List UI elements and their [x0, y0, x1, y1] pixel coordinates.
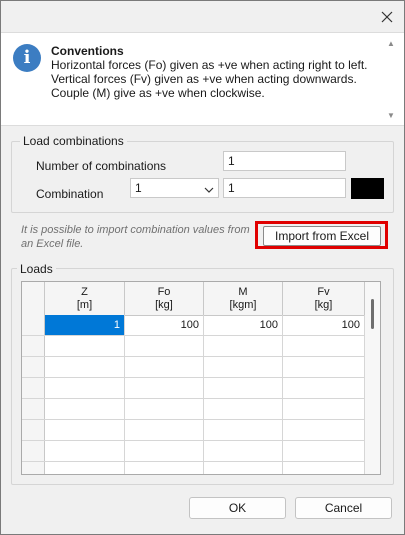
combination-name-input[interactable]: 1 — [223, 178, 346, 198]
column-header-fv-name: Fv — [317, 286, 330, 298]
empty-cell[interactable] — [283, 399, 365, 419]
row-header[interactable] — [22, 420, 45, 440]
empty-row[interactable] — [22, 378, 365, 399]
empty-row[interactable] — [22, 399, 365, 420]
number-of-combinations-label: Number of combinations — [36, 159, 167, 173]
empty-cell[interactable] — [125, 336, 204, 356]
combination-select-value: 1 — [135, 181, 142, 195]
empty-cell[interactable] — [125, 357, 204, 377]
title-bar — [1, 1, 404, 32]
empty-cell[interactable] — [125, 399, 204, 419]
column-header-fo-name: Fo — [157, 286, 171, 298]
combination-select[interactable]: 1 — [130, 178, 219, 198]
info-icon: i — [13, 44, 41, 72]
column-header-fv[interactable]: Fv [kg] — [283, 282, 365, 315]
close-icon[interactable] — [375, 5, 399, 29]
empty-cell[interactable] — [204, 399, 283, 419]
import-from-excel-button[interactable]: Import from Excel — [263, 226, 381, 246]
empty-row[interactable] — [22, 462, 365, 474]
row-header[interactable] — [22, 315, 45, 335]
empty-cell[interactable] — [45, 420, 125, 440]
conventions-line-horizontal: Horizontal forces (Fo) given as +ve when… — [51, 58, 368, 72]
row-header[interactable] — [22, 441, 45, 461]
conventions-line-couple: Couple (M) give as +ve when clockwise. — [51, 86, 265, 100]
empty-cell[interactable] — [283, 378, 365, 398]
column-header-z-name: Z — [81, 286, 88, 298]
empty-cell[interactable] — [283, 336, 365, 356]
loads-legend: Loads — [17, 262, 56, 276]
row-header[interactable] — [22, 378, 45, 398]
row-header[interactable] — [22, 462, 45, 474]
empty-cell[interactable] — [204, 462, 283, 474]
empty-cell[interactable] — [125, 420, 204, 440]
empty-row[interactable] — [22, 420, 365, 441]
conventions-line-vertical: Vertical forces (Fv) given as +ve when a… — [51, 72, 357, 86]
empty-cell[interactable] — [204, 441, 283, 461]
empty-cell[interactable] — [125, 462, 204, 474]
column-header-fo[interactable]: Fo [kg] — [125, 282, 204, 315]
combination-label: Combination — [36, 187, 104, 201]
dialog-window: i Conventions Horizontal forces (Fo) giv… — [0, 0, 405, 535]
empty-cell[interactable] — [45, 441, 125, 461]
import-note-line-1: It is possible to import combination val… — [21, 224, 250, 236]
chevron-down-icon — [204, 182, 214, 193]
empty-cell[interactable] — [125, 378, 204, 398]
empty-cell[interactable] — [45, 336, 125, 356]
empty-cell[interactable] — [204, 336, 283, 356]
cell-z[interactable]: 1 — [45, 315, 125, 335]
empty-cell[interactable] — [204, 420, 283, 440]
empty-cell[interactable] — [283, 420, 365, 440]
empty-cell[interactable] — [283, 357, 365, 377]
empty-cell[interactable] — [45, 462, 125, 474]
ok-button[interactable]: OK — [189, 497, 286, 519]
column-header-m-name: M — [238, 286, 248, 298]
scrollbar-thumb[interactable] — [371, 299, 374, 329]
scroll-up-arrow-icon[interactable]: ▲ — [387, 39, 395, 48]
empty-cell[interactable] — [45, 357, 125, 377]
empty-cell[interactable] — [45, 399, 125, 419]
cancel-button[interactable]: Cancel — [295, 497, 392, 519]
column-header-m[interactable]: M [kgm] — [204, 282, 283, 315]
empty-cell[interactable] — [45, 378, 125, 398]
empty-cell[interactable] — [204, 357, 283, 377]
load-combinations-legend: Load combinations — [20, 134, 127, 148]
empty-row[interactable] — [22, 441, 365, 462]
column-header-fv-unit: [kg] — [314, 299, 333, 311]
grid-corner — [22, 282, 45, 315]
column-header-m-unit: [kgm] — [229, 299, 257, 311]
column-header-z[interactable]: Z [m] — [45, 282, 125, 315]
empty-cell[interactable] — [283, 441, 365, 461]
conventions-panel: i Conventions Horizontal forces (Fo) giv… — [1, 32, 404, 126]
empty-row[interactable] — [22, 357, 365, 378]
row-header[interactable] — [22, 336, 45, 356]
row-header[interactable] — [22, 399, 45, 419]
table-row[interactable]: 1 100 100 100 — [22, 315, 365, 336]
import-note-line-2: an Excel file. — [21, 238, 84, 250]
combination-color-swatch[interactable] — [351, 178, 384, 199]
empty-row[interactable] — [22, 336, 365, 357]
column-header-fo-unit: [kg] — [155, 299, 173, 311]
cell-fo[interactable]: 100 — [125, 315, 204, 335]
row-header[interactable] — [22, 357, 45, 377]
scroll-down-arrow-icon[interactable]: ▼ — [387, 111, 395, 120]
grid-vertical-scrollbar[interactable] — [365, 282, 380, 474]
cell-fv[interactable]: 100 — [283, 315, 365, 335]
empty-cell[interactable] — [283, 462, 365, 474]
column-header-z-unit: [m] — [76, 299, 93, 311]
empty-cell[interactable] — [204, 378, 283, 398]
grid-header: Z [m] Fo [kg] M [kgm] Fv [kg] — [22, 282, 365, 316]
loads-grid: Z [m] Fo [kg] M [kgm] Fv [kg] 1 100 100 … — [21, 281, 381, 475]
cell-m[interactable]: 100 — [204, 315, 283, 335]
number-of-combinations-input[interactable]: 1 — [223, 151, 346, 171]
empty-cell[interactable] — [125, 441, 204, 461]
conventions-title: Conventions — [51, 44, 124, 58]
